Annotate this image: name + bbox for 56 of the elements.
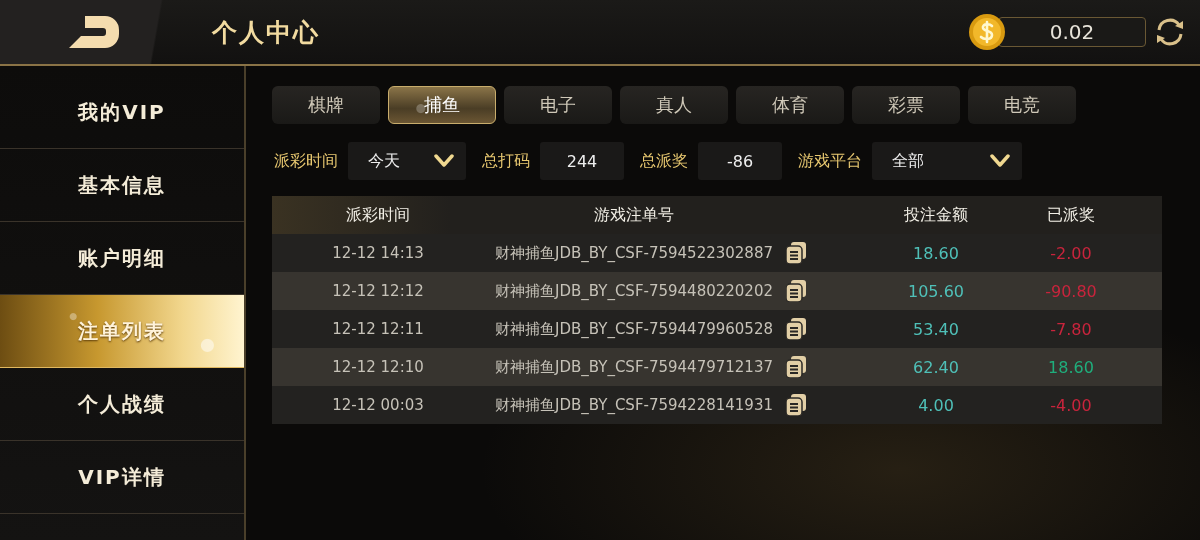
sidebar-item[interactable]: 账户明细 [0, 222, 244, 295]
payout-cell-text: -7.80 [1049, 319, 1093, 339]
balance-value: 0.02 [998, 17, 1146, 47]
category-tab[interactable]: 电子 [504, 86, 612, 124]
payout-cell-text: 18.60 [1047, 357, 1095, 377]
bet-amount-cell-text: 62.40 [912, 357, 960, 377]
copy-icon[interactable] [786, 394, 806, 416]
copy-icon[interactable] [786, 318, 806, 340]
chevron-down-icon [434, 154, 454, 168]
order-id-cell-text: 财神捕鱼JDB_BY_CSF-7594480220202 [494, 282, 774, 300]
sidebar-item[interactable]: 个人战绩 [0, 368, 244, 441]
payout-cell-text: -4.00 [1049, 395, 1093, 415]
order-id-cell-text: 财神捕鱼JDB_BY_CSF-7594479960528 [494, 320, 774, 338]
bet-amount-cell-text: 4.00 [917, 395, 955, 415]
total-field: 244 [540, 142, 624, 180]
filter-label: 总打码 [482, 150, 530, 172]
refresh-icon[interactable] [1154, 17, 1186, 47]
bet-amount-cell-text: 53.40 [912, 319, 960, 339]
bet-amount-cell-text: 105.60 [907, 281, 965, 301]
sidebar-item[interactable]: VIP详情 [0, 441, 244, 514]
category-tab[interactable]: 彩票 [852, 86, 960, 124]
copy-icon[interactable] [786, 280, 806, 302]
page-title: 个人中心 [212, 16, 321, 49]
payout-cell-text: -2.00 [1049, 243, 1093, 263]
chevron-down-icon [990, 154, 1010, 168]
filter-label: 游戏平台 [798, 150, 862, 172]
category-tab[interactable]: 棋牌 [272, 86, 380, 124]
category-tab[interactable]: 电竞 [968, 86, 1076, 124]
time-cell-text: 12-12 00:03 [331, 396, 425, 414]
copy-icon[interactable] [786, 242, 806, 264]
total-field: -86 [698, 142, 782, 180]
order-id-cell-text: 财神捕鱼JDB_BY_CSF-7594228141931 [494, 396, 774, 414]
coin-icon [968, 13, 1006, 51]
column-header: 派彩时间 [345, 204, 411, 226]
column-header: 投注金额 [903, 204, 969, 226]
order-id-cell-text: 财神捕鱼JDB_BY_CSF-7594522302887 [494, 244, 774, 262]
column-header: 已派奖 [1046, 204, 1096, 226]
time-cell-text: 12-12 14:13 [331, 244, 425, 262]
category-tab[interactable]: 真人 [620, 86, 728, 124]
dropdown[interactable]: 全部 [872, 142, 1022, 180]
filter-label: 派彩时间 [274, 150, 338, 172]
column-header: 游戏注单号 [593, 204, 675, 226]
filter-label: 总派奖 [640, 150, 688, 172]
time-cell-text: 12-12 12:10 [331, 358, 425, 376]
time-cell-text: 12-12 12:12 [331, 282, 425, 300]
sidebar-item[interactable]: 基本信息 [0, 149, 244, 222]
dropdown[interactable]: 今天 [348, 142, 466, 180]
bet-amount-cell-text: 18.60 [912, 243, 960, 263]
order-id-cell-text: 财神捕鱼JDB_BY_CSF-7594479712137 [494, 358, 774, 376]
copy-icon[interactable] [786, 356, 806, 378]
payout-cell-text: -90.80 [1044, 281, 1098, 301]
category-tab[interactable]: 捕鱼 [388, 86, 496, 124]
sidebar-item[interactable]: 我的VIP [0, 76, 244, 149]
logo-icon[interactable] [69, 16, 121, 48]
time-cell-text: 12-12 12:11 [331, 320, 425, 338]
category-tab[interactable]: 体育 [736, 86, 844, 124]
